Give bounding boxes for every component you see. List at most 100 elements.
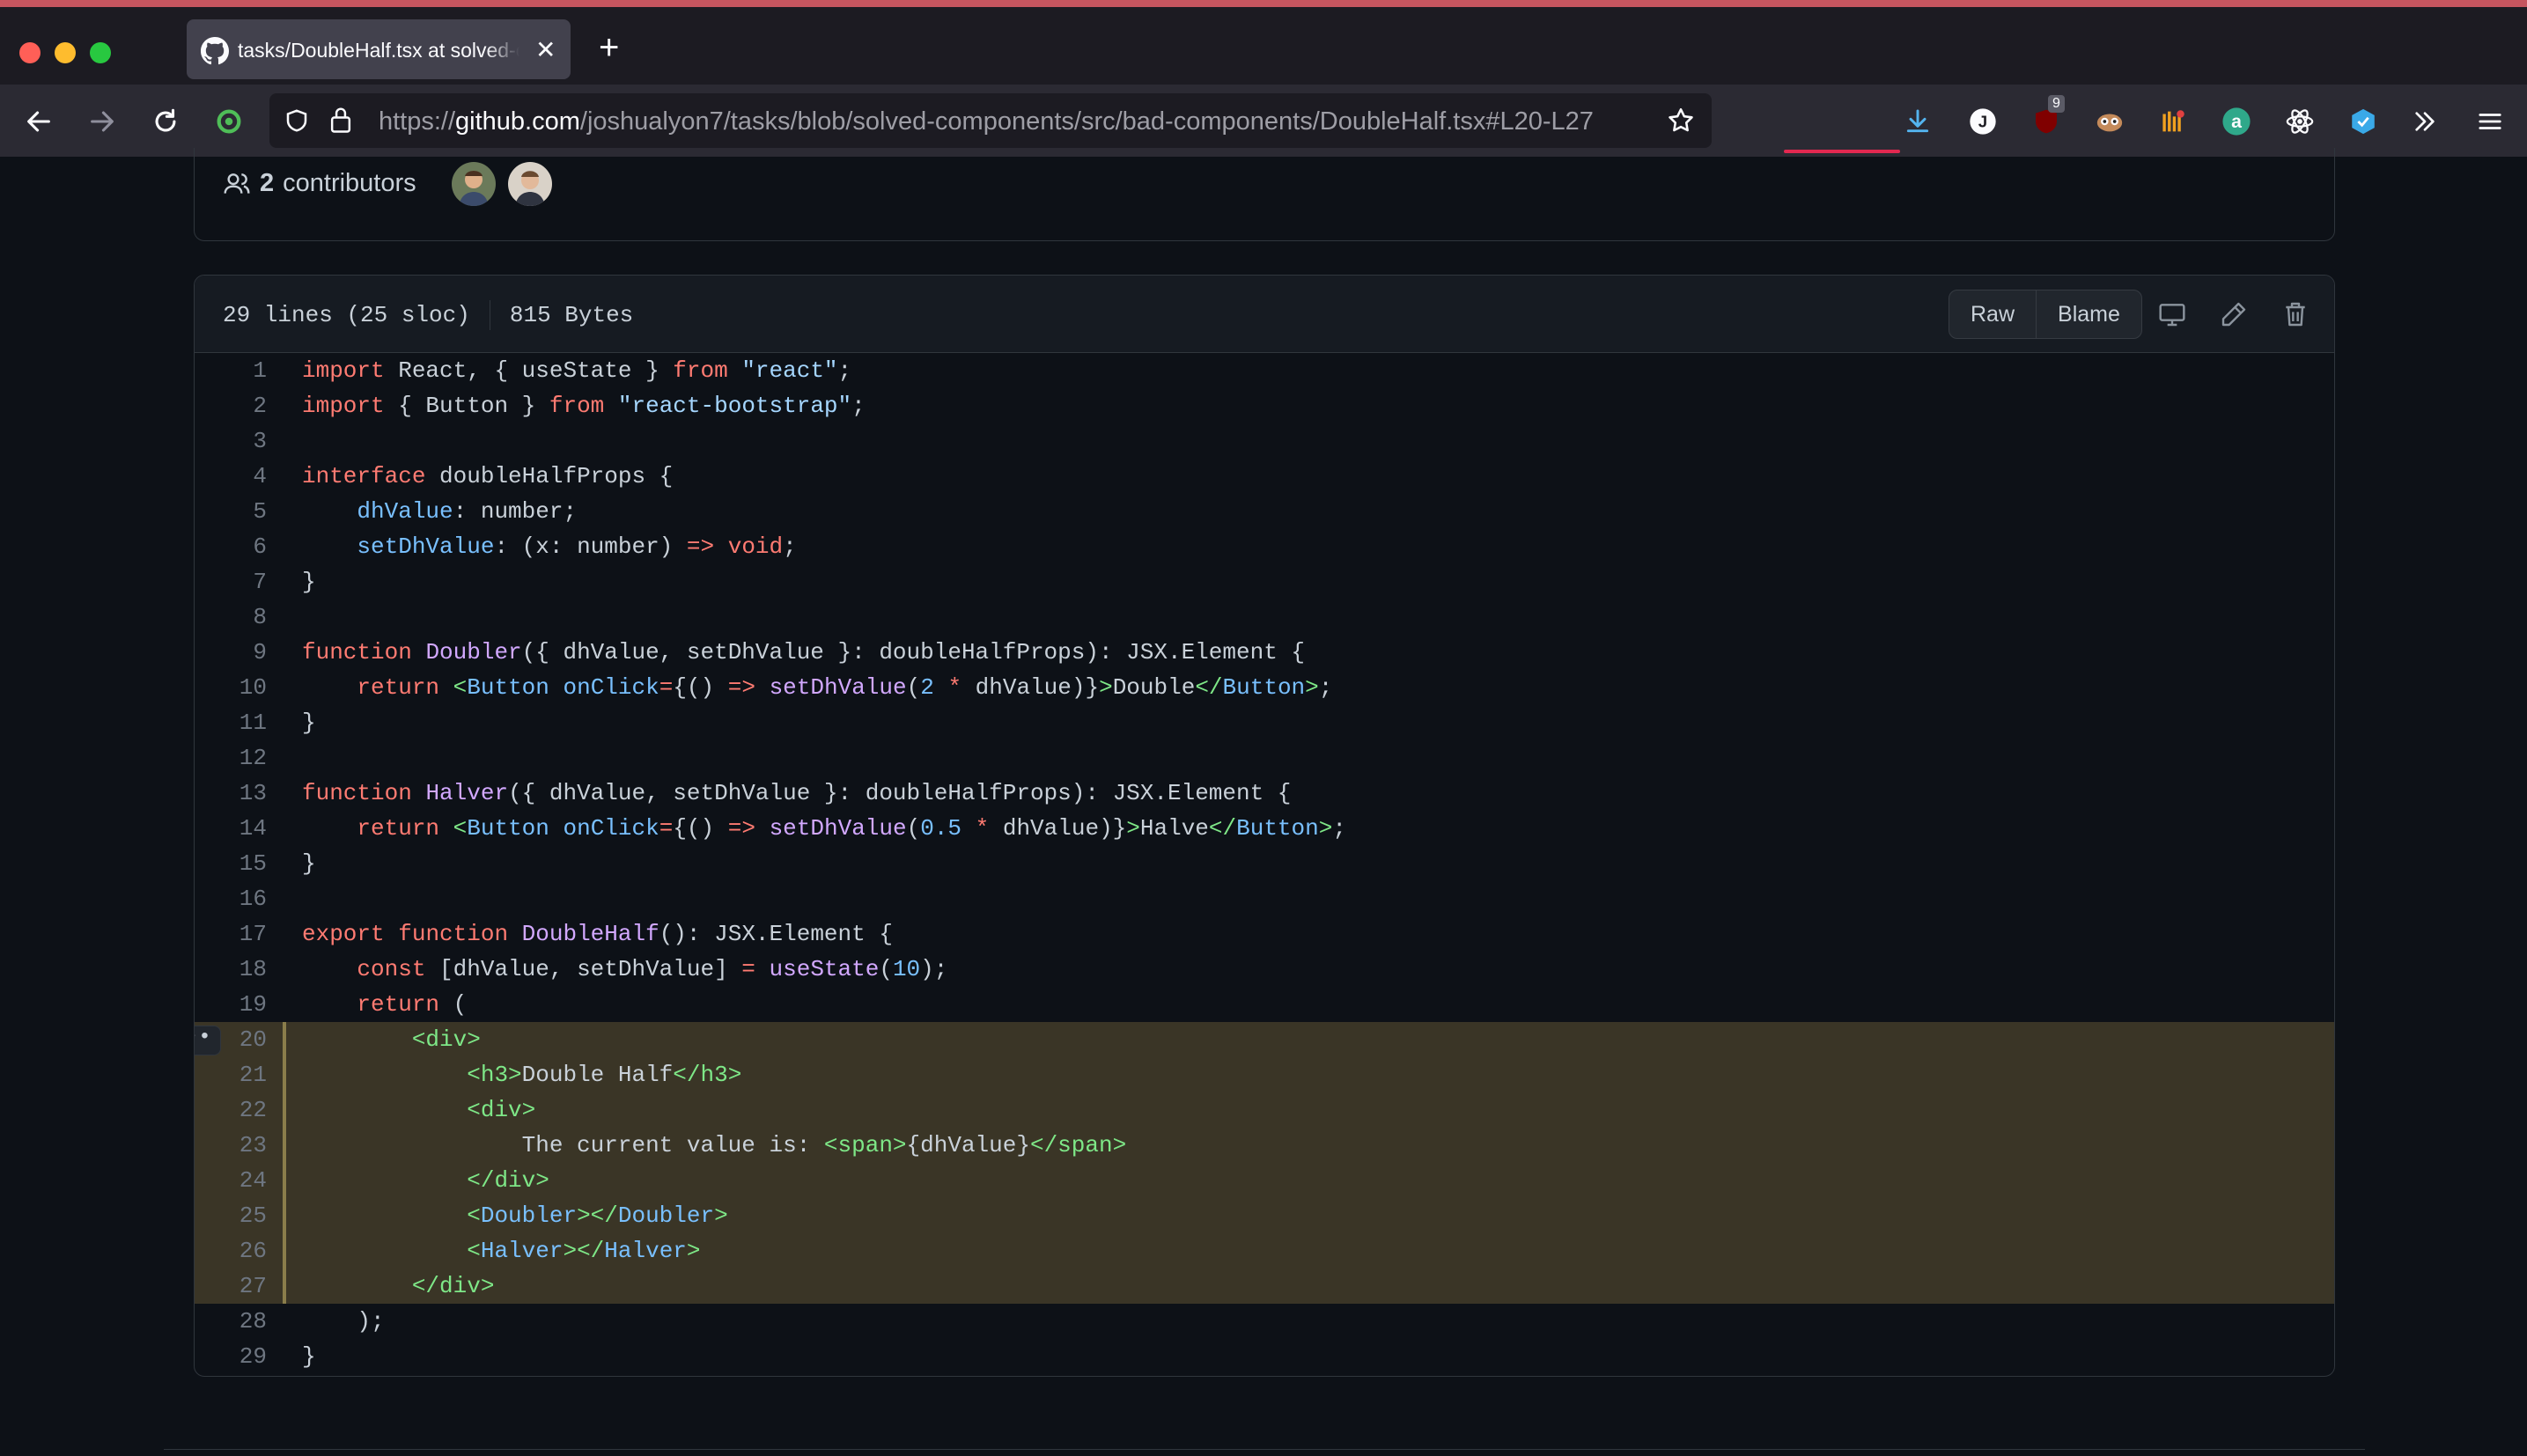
code-token: ;	[837, 357, 852, 384]
window-close-button[interactable]	[19, 42, 41, 63]
line-number[interactable]: 22	[195, 1092, 267, 1128]
line-number[interactable]: 9	[195, 635, 267, 670]
reload-icon	[155, 108, 176, 132]
line-number[interactable]: 5	[195, 494, 267, 529]
code-token: The current value is:	[302, 1132, 824, 1158]
code-token: import	[302, 393, 385, 419]
line-number[interactable]: 29	[195, 1339, 267, 1374]
code-token: <	[467, 1202, 481, 1229]
cube-extension-button[interactable]	[2344, 102, 2383, 141]
bookmark-star-icon[interactable]	[1666, 106, 1696, 136]
line-number[interactable]: 27	[195, 1268, 267, 1304]
code-token: 0.5	[920, 815, 962, 842]
line-number[interactable]: 17	[195, 916, 267, 952]
line-number[interactable]: 12	[195, 740, 267, 776]
code-token: <	[453, 815, 468, 842]
desktop-open-button[interactable]	[2155, 297, 2190, 332]
url-scheme: https://	[379, 107, 456, 136]
code-text: export function DoubleHalf(): JSX.Elemen…	[302, 916, 893, 952]
line-number[interactable]: 7	[195, 564, 267, 599]
code-token: Button	[1236, 815, 1319, 842]
code-token: Doubler	[425, 639, 522, 665]
contributors-box: 2 contributors	[194, 148, 2335, 241]
code-line: 23 The current value is: <span>{dhValue}…	[195, 1128, 2334, 1163]
avatar[interactable]	[452, 162, 496, 206]
line-number[interactable]: 1	[195, 353, 267, 388]
line-number[interactable]: 14	[195, 811, 267, 846]
ublock-button[interactable]: 9	[2027, 95, 2066, 141]
code-token: "react-bootstrap"	[617, 393, 852, 419]
window-minimize-button[interactable]	[55, 42, 76, 63]
code-text: dhValue: number;	[302, 494, 577, 529]
react-devtools-button[interactable]	[2280, 102, 2319, 141]
delete-file-button[interactable]	[2278, 297, 2313, 332]
extension-refresh-button[interactable]	[210, 102, 248, 141]
code-token: ({ dhValue, setDhValue }: doubleHalfProp…	[508, 780, 1292, 806]
line-number[interactable]: 3	[195, 423, 267, 459]
url-bar[interactable]: https://github.com/joshualyon7/tasks/blo…	[269, 93, 1900, 153]
reload-button[interactable]	[146, 102, 185, 141]
line-number[interactable]: 26	[195, 1233, 267, 1268]
back-button[interactable]	[19, 102, 58, 141]
shield-icon[interactable]	[284, 107, 310, 134]
j-extension-button[interactable]: J	[1963, 102, 2002, 141]
code-token: Halve	[1139, 815, 1209, 842]
line-number[interactable]: 10	[195, 670, 267, 705]
code-token: </	[1195, 674, 1223, 701]
code-token: onClick	[563, 674, 659, 701]
code-line: 25 <Doubler></Doubler>	[195, 1198, 2334, 1233]
line-number[interactable]: 15	[195, 846, 267, 881]
a-extension-button[interactable]: a	[2217, 102, 2256, 141]
line-number[interactable]: 6	[195, 529, 267, 564]
forward-button[interactable]	[83, 102, 122, 141]
line-number[interactable]: 23	[195, 1128, 267, 1163]
line-number[interactable]: 19	[195, 987, 267, 1022]
code-line: 2 import { Button } from "react-bootstrap…	[195, 388, 2334, 423]
window-maximize-button[interactable]	[90, 42, 111, 63]
line-number[interactable]: 8	[195, 599, 267, 635]
code-text: );	[302, 1304, 384, 1339]
code-token: >	[1305, 674, 1319, 701]
edit-file-button[interactable]	[2216, 297, 2251, 332]
line-number[interactable]: 20	[195, 1022, 267, 1057]
code-token: interface	[302, 463, 426, 489]
lock-icon[interactable]	[328, 106, 354, 134]
line-number[interactable]: 11	[195, 705, 267, 740]
file-actions-group: Raw Blame	[1949, 290, 2142, 339]
line-number[interactable]: 13	[195, 776, 267, 811]
code-text: <h3>Double Half</h3>	[302, 1057, 741, 1092]
line-number[interactable]: 28	[195, 1304, 267, 1339]
new-tab-button[interactable]: +	[599, 30, 619, 65]
line-number[interactable]: 18	[195, 952, 267, 987]
downloads-button[interactable]	[1898, 102, 1937, 141]
line-number[interactable]: 21	[195, 1057, 267, 1092]
url-text[interactable]: https://github.com/joshualyon7/tasks/blo…	[379, 107, 1594, 136]
code-token: }	[302, 1343, 316, 1370]
line-number[interactable]: 25	[195, 1198, 267, 1233]
tab-close-icon[interactable]: ✕	[535, 35, 556, 64]
squirrel-extension-button[interactable]	[2154, 102, 2192, 141]
code-text: }	[302, 705, 316, 740]
blame-button[interactable]: Blame	[2036, 290, 2141, 338]
line-number[interactable]: 16	[195, 881, 267, 916]
app-menu-button[interactable]	[2471, 102, 2509, 141]
privacy-badger-button[interactable]	[2090, 102, 2129, 141]
line-number[interactable]: 2	[195, 388, 267, 423]
code-text: function Halver({ dhValue, setDhValue }:…	[302, 776, 1291, 811]
code-token: Halver	[480, 1238, 564, 1264]
line-number[interactable]: 4	[195, 459, 267, 494]
line-number[interactable]: 24	[195, 1163, 267, 1198]
tab-active[interactable]: tasks/DoubleHalf.tsx at solved-component…	[187, 19, 571, 79]
code-line: 24 </div>	[195, 1163, 2334, 1198]
avatar[interactable]	[508, 162, 552, 206]
code-line: 22 <div>	[195, 1092, 2334, 1128]
overflow-extensions-button[interactable]	[2405, 102, 2444, 141]
contributors-link[interactable]: 2 contributors	[223, 169, 416, 198]
raw-button[interactable]: Raw	[1949, 290, 2036, 338]
code-line: 1 import React, { useState } from "react"…	[195, 353, 2334, 388]
